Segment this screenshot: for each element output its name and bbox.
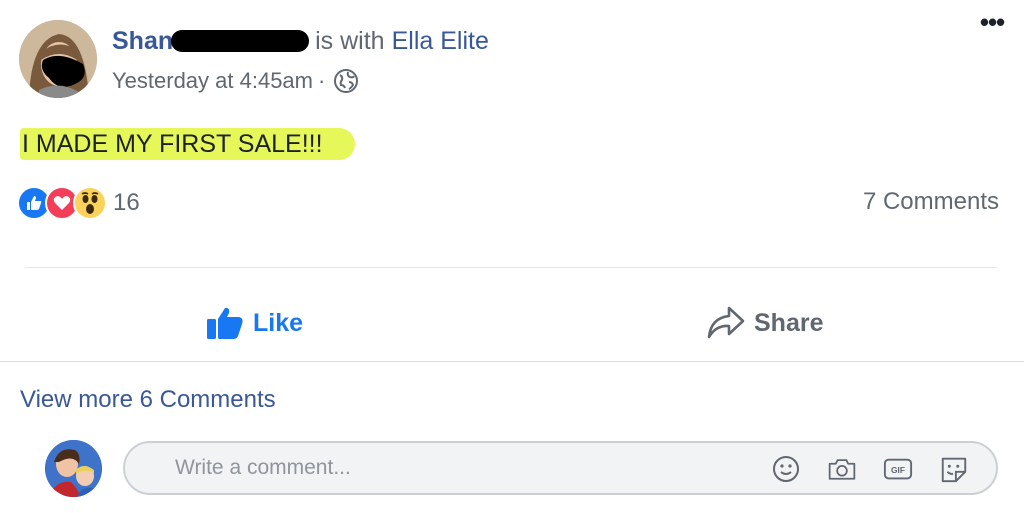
comments-count-link[interactable]: 7 Comments — [863, 188, 999, 216]
more-options-icon[interactable]: ••• — [974, 7, 1010, 37]
share-arrow-icon — [706, 304, 746, 342]
share-label: Share — [754, 308, 824, 337]
like-button[interactable]: Like — [205, 300, 303, 346]
post-meta: Yesterday at 4:45am · — [112, 66, 359, 96]
author-avatar[interactable] — [19, 20, 97, 98]
comment-composer: GIF — [123, 441, 998, 495]
emoji-icon[interactable] — [771, 456, 801, 482]
sticker-icon[interactable] — [939, 456, 969, 483]
redaction-bar — [171, 30, 310, 52]
post-text: I MADE MY FIRST SALE!!! — [20, 128, 355, 160]
divider — [25, 267, 997, 268]
svg-text:GIF: GIF — [891, 465, 905, 475]
gif-icon[interactable]: GIF — [883, 456, 913, 482]
like-label: Like — [253, 308, 304, 337]
comment-input[interactable] — [175, 453, 715, 483]
post-timestamp[interactable]: Yesterday at 4:45am — [112, 68, 313, 94]
post-author-line: Shan is with Ella Elite — [112, 24, 489, 58]
reaction-count[interactable]: 16 — [113, 189, 140, 217]
reactions-summary[interactable]: 16 — [17, 185, 140, 221]
thumbs-up-icon — [205, 305, 245, 341]
globe-icon[interactable] — [333, 68, 359, 94]
with-text: is with — [315, 26, 385, 55]
author-avatar-image — [19, 20, 97, 98]
wow-reaction-icon — [73, 186, 107, 220]
tagged-person-link[interactable]: Ella Elite — [392, 27, 489, 56]
view-more-comments-link[interactable]: View more 6 Comments — [20, 386, 276, 414]
author-name-link[interactable]: Shan — [112, 27, 173, 56]
current-user-avatar[interactable] — [45, 440, 102, 497]
share-button[interactable]: Share — [706, 300, 823, 346]
current-user-avatar-image — [45, 440, 102, 497]
divider — [0, 361, 1024, 362]
meta-separator: · — [318, 68, 326, 93]
camera-icon[interactable] — [827, 456, 857, 482]
